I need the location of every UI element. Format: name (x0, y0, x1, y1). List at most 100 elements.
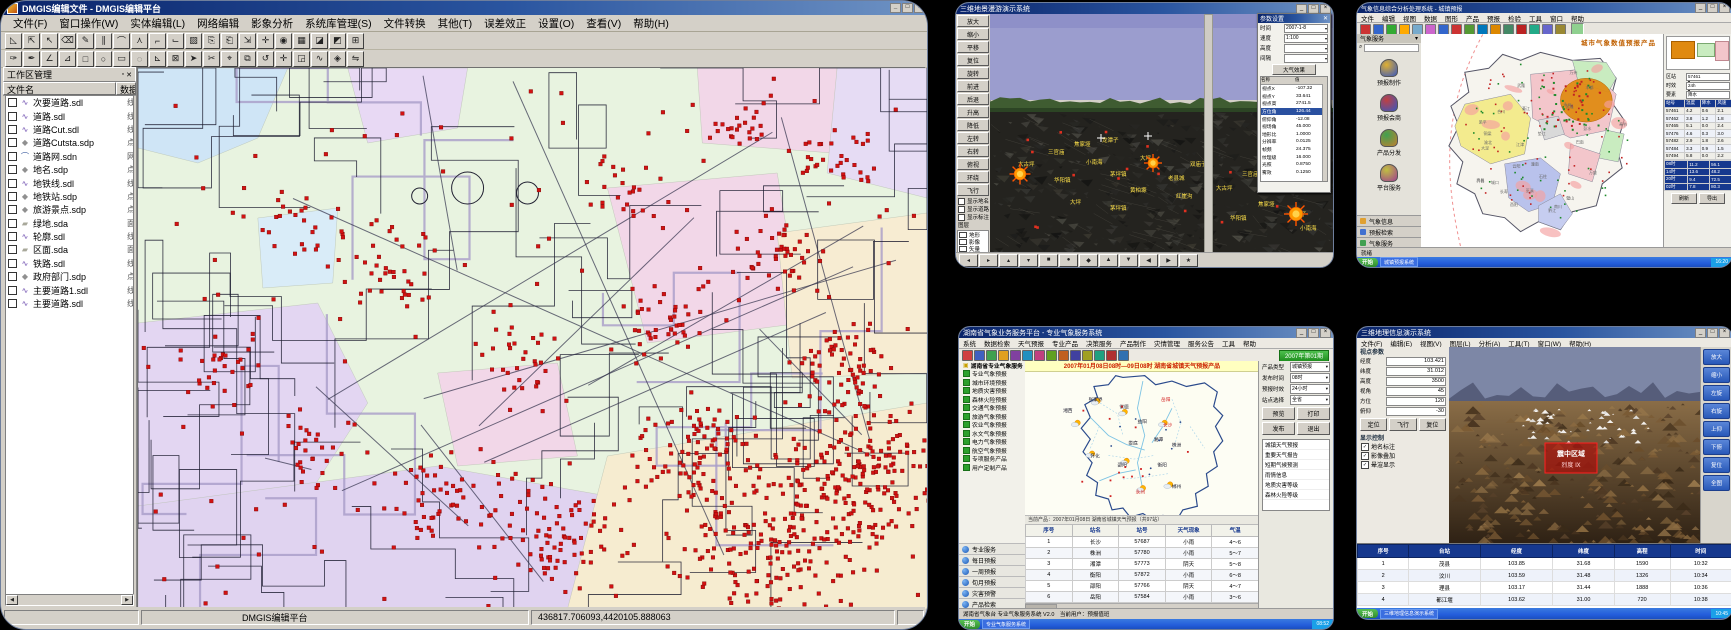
tree-item[interactable]: 航空气象预报 (959, 446, 1025, 455)
layer-checkbox[interactable] (8, 299, 17, 308)
start-button[interactable]: 开始 (1357, 609, 1378, 618)
panel-button-预览[interactable]: 预览 (1262, 407, 1295, 420)
field-combo[interactable]: 24h▾ (1686, 82, 1730, 90)
bottom-button-1[interactable]: ▸ (979, 254, 998, 267)
menu-item-3[interactable]: 图层(L) (1446, 338, 1475, 348)
station-table[interactable]: 站号温度降水风速574614.20.62.1574623.81.21.85746… (1664, 99, 1731, 160)
taskbar-item[interactable]: 三维地理信息演示系统 (1380, 609, 1438, 619)
dialog-titlebar[interactable]: 参数设置 ✕ (1258, 14, 1330, 23)
map-canvas[interactable] (137, 67, 925, 607)
toolbar1-button-18[interactable]: ◩ (329, 33, 346, 49)
product-list[interactable]: 城镇天气预报重要天气报告短期气候预测雨情信息地质灾害等级森林火险等级 (1262, 439, 1330, 511)
bottom-button-3[interactable]: ▾ (1019, 254, 1038, 267)
display-checkbox[interactable]: ✓地名标注 (1357, 442, 1449, 451)
toolbar-icon-2[interactable] (1386, 24, 1397, 35)
menu-item-3[interactable]: 数据 (1420, 13, 1441, 23)
toolbar2-button-1[interactable]: ✒ (23, 51, 40, 67)
minimize-button[interactable]: _ (1695, 328, 1706, 338)
dialog-close-icon[interactable]: ✕ (1323, 15, 1330, 22)
menu-item-3[interactable]: 专业产品 (1048, 338, 1082, 348)
action-button-飞行[interactable]: 飞行 (1389, 418, 1416, 431)
table-header-cell[interactable]: 经度 (1480, 545, 1553, 558)
menu-item-3[interactable]: 网络编辑 (191, 16, 245, 31)
file-row[interactable]: ∿轮廓.sdl线 (6, 230, 133, 243)
col-value[interactable]: 值 (1295, 77, 1300, 84)
toolbar-icon-1[interactable] (1373, 24, 1384, 35)
search-icon[interactable]: ⌕ (1359, 44, 1362, 51)
sidebar-bar-1[interactable]: 预报检索 (1357, 226, 1421, 237)
layer-checkbox[interactable] (8, 152, 17, 161)
sidebar-bar-0[interactable]: 气象信息 (1357, 215, 1421, 226)
close-icon[interactable]: ✕ (126, 71, 132, 79)
service-shortcut[interactable]: 灾害预警 (959, 587, 1025, 598)
toolbar2-button-12[interactable]: ⌖ (221, 51, 238, 67)
tree-checkbox-icon[interactable] (963, 438, 970, 445)
menu-item-6[interactable]: 窗口(W) (1534, 338, 1565, 348)
minimize-button[interactable]: _ (1695, 3, 1706, 13)
nav-button-缩小[interactable]: 缩小 (1703, 367, 1730, 383)
parameter-row[interactable]: 分辨率0.0125 (1261, 138, 1327, 146)
toolbar1-button-7[interactable]: ⋏ (131, 33, 148, 49)
toolbar1-button-19[interactable]: ⊞ (347, 33, 364, 49)
product-item[interactable]: 地质灾害等级 (1263, 480, 1329, 490)
field-combo[interactable]: 57461▾ (1686, 73, 1730, 81)
layer-checkbox[interactable] (8, 286, 17, 295)
side-button-12[interactable]: 环绕 (957, 171, 989, 183)
toolbar2-button-13[interactable]: ⧉ (239, 51, 256, 67)
file-row[interactable]: ∿地铁线.sdl线 (6, 176, 133, 189)
toolbar2-button-17[interactable]: ∿ (311, 51, 328, 67)
forecast-table[interactable]: 序号站名站号天气现象气温1长沙57687小雨4～62株洲57780小雨5～73湘… (1025, 524, 1259, 603)
layer-checkbox[interactable] (8, 165, 17, 174)
menu-item-4[interactable]: 分析(A) (1475, 338, 1505, 348)
file-row[interactable]: ▰绿地.sda面 (6, 217, 133, 230)
menu-item-1[interactable]: 窗口操作(W) (53, 16, 124, 31)
tree-item[interactable]: 用户定制产品 (959, 463, 1025, 472)
toolbar-icon-13[interactable] (1118, 350, 1129, 361)
close-button[interactable]: × (1320, 4, 1331, 14)
menu-item-5[interactable]: 产品 (1462, 13, 1483, 23)
parameter-row[interactable]: 方位角126.44 (1261, 108, 1327, 116)
menu-item-9[interactable]: 帮助 (1239, 338, 1260, 348)
maximize-button[interactable]: □ (902, 3, 913, 13)
layer-checkbox[interactable] (8, 245, 17, 254)
start-button[interactable]: 开始 (1357, 258, 1378, 267)
table-header-cell[interactable]: 序号 (1358, 545, 1409, 558)
sidebar-item-1[interactable]: 预报会商 (1357, 94, 1421, 122)
bottom-button-7[interactable]: ▲ (1099, 254, 1118, 267)
service-shortcut[interactable]: 一周预报 (959, 565, 1025, 576)
menu-item-8[interactable]: 误差效正 (478, 16, 532, 31)
toolbar-icon-5[interactable] (1022, 350, 1033, 361)
file-row[interactable]: ∿道路Cut.sdl线 (6, 123, 133, 136)
toolbar2-button-0[interactable]: ✑ (5, 51, 22, 67)
toolbar1-button-9[interactable]: ⌙ (167, 33, 184, 49)
toolbar-icon-3[interactable] (998, 350, 1009, 361)
toolbar1-button-16[interactable]: ▦ (293, 33, 310, 49)
toolbar-icon-12[interactable] (1516, 24, 1527, 35)
combo-arrow-icon[interactable]: ▾ (1325, 46, 1327, 51)
menu-item-2[interactable]: 视图(V) (1416, 338, 1446, 348)
menu-item-7[interactable]: 服务公告 (1184, 338, 1218, 348)
toolbar-icon-9[interactable] (1070, 350, 1081, 361)
toolbar-icon-7[interactable] (1046, 350, 1057, 361)
toolbar-icon-2[interactable] (986, 350, 997, 361)
side-button-5[interactable]: 前进 (957, 80, 989, 92)
toolbar-icon-8[interactable] (1464, 24, 1475, 35)
tree-checkbox-icon[interactable] (963, 404, 970, 411)
toolbar2-button-19[interactable]: ⇋ (347, 51, 364, 67)
toolbar2-button-6[interactable]: ▭ (113, 51, 130, 67)
table-header-cell[interactable]: 站名 (1072, 524, 1119, 536)
menu-item-1[interactable]: 编辑 (1378, 13, 1399, 23)
close-button[interactable]: × (1719, 328, 1730, 338)
layer-checkbox[interactable] (8, 125, 17, 134)
parameter-row[interactable]: 雾效0.1250 (1261, 169, 1327, 177)
toolbar2-button-8[interactable]: ⊾ (149, 51, 166, 67)
parameter-row[interactable]: 帧频24.375 (1261, 146, 1327, 154)
panel-button[interactable]: 导出 (1699, 193, 1725, 204)
nav-button-下俯[interactable]: 下俯 (1703, 439, 1730, 455)
field-combo[interactable]: 24小时▾ (1290, 384, 1330, 394)
combo-arrow-icon[interactable]: ▾ (1325, 56, 1327, 61)
toolbar-icon-0[interactable] (962, 350, 973, 361)
sidebar-item-2[interactable]: 产品分发 (1357, 129, 1421, 157)
toolbar-icon-5[interactable] (1425, 24, 1436, 35)
product-item[interactable]: 城镇天气预报 (1263, 440, 1329, 450)
